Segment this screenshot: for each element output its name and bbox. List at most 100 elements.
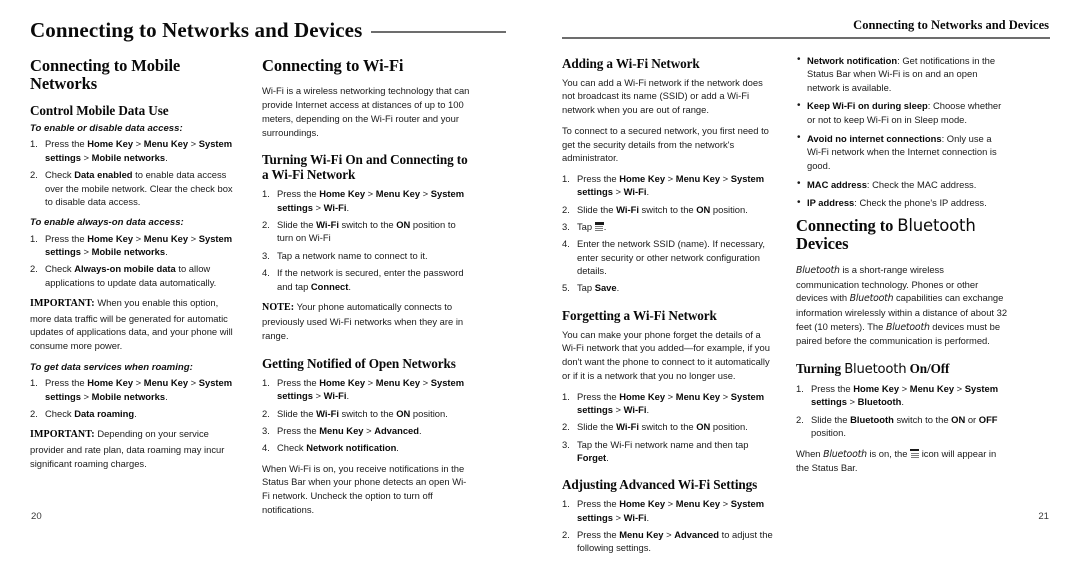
separator: >: [312, 390, 324, 402]
separator: >: [720, 390, 731, 402]
add-network-icon: [594, 221, 604, 231]
ui-term: OFF: [978, 413, 998, 425]
separator: >: [665, 498, 676, 510]
step-number: 1.: [796, 383, 804, 395]
ui-term: Mobile networks: [91, 246, 166, 258]
step-number: 1.: [562, 172, 570, 184]
heading-turning-wifi-on: Turning Wi-Fi On and Connecting to a Wi-…: [262, 152, 468, 183]
ui-term: Mobile networks: [91, 151, 166, 163]
ui-term: Home Key: [619, 498, 666, 510]
list-item: 1. Press the Home Key > Menu Key > System…: [30, 232, 240, 259]
heading-adding-a-wifi-network: Adding a Wi-Fi Network: [562, 55, 700, 71]
step-text: Press the: [45, 138, 88, 150]
list-item: 3. Tap a network name to connect to it.: [262, 249, 472, 262]
ui-term: Menu Key: [143, 232, 189, 244]
ui-term: Home Key: [853, 383, 900, 395]
step-number: 1.: [262, 188, 270, 200]
list-item: 2. Slide the Wi-Fi switch to the ON posit…: [262, 407, 472, 420]
list-advanced-wifi-options: Network notification: Get notifications …: [796, 53, 1008, 210]
step-text: Slide the: [577, 421, 617, 433]
list-item: 2. Check Data enabled to enable data acce…: [30, 168, 240, 208]
step-text: .: [348, 280, 351, 292]
separator: >: [899, 383, 910, 395]
step-text: .: [419, 424, 422, 436]
ui-term: Bluetooth: [857, 396, 902, 408]
forgetting-wifi-paragraph: You can make your phone forget the detai…: [562, 328, 770, 381]
steps-always-on-data-access: 1. Press the Home Key > Menu Key > System…: [30, 232, 240, 289]
heading-turning-bluetooth-on-off: Turning Bluetooth On/Off: [796, 361, 1008, 377]
steps-data-roaming: 1. Press the Home Key > Menu Key > System…: [30, 376, 240, 420]
separator: >: [365, 188, 376, 200]
step-number: 3.: [262, 424, 270, 436]
separator: >: [612, 511, 624, 523]
two-page-spread: Connecting to Networks and Devices Conne…: [0, 0, 1080, 553]
ui-term: Always-on mobile data: [74, 263, 176, 275]
list-item: 2. Check Always-on mobile data to allow a…: [30, 262, 240, 289]
page-right: Connecting to Networks and Devices Addin…: [540, 0, 1080, 553]
step-text: If the network is secured, enter the pas…: [277, 267, 464, 292]
step-text: Press the: [577, 390, 620, 402]
list-item: 3. Press the Menu Key > Advanced.: [262, 424, 472, 437]
ui-term: Wi-Fi: [623, 403, 647, 415]
list-item: IP address: Check the phone's IP address…: [796, 196, 1008, 210]
heading-forgetting-a-wifi-network: Forgetting a Wi-Fi Network: [562, 307, 717, 323]
wifi-intro-paragraph: Wi-Fi is a wireless networking technolog…: [262, 85, 470, 138]
ui-term: Advanced: [374, 424, 419, 436]
step-number: 5.: [562, 282, 570, 294]
list-item: 1. Press the Home Key > Menu Key > System…: [796, 382, 1008, 409]
step-text: Slide the: [577, 203, 617, 215]
separator: >: [133, 232, 144, 244]
bluetooth-wordmark: Bluetooth: [796, 264, 840, 276]
column-adding-forgetting-wifi: Adding a Wi-Fi Network You can add a Wi-…: [562, 54, 774, 562]
list-item: 4. If the network is secured, enter the p…: [262, 266, 472, 293]
ui-term: Wi-Fi: [323, 390, 347, 402]
separator: >: [363, 424, 375, 436]
step-text: .: [346, 390, 350, 402]
separator: >: [954, 383, 965, 395]
separator: >: [80, 151, 92, 163]
step-number: 2.: [30, 263, 38, 275]
separator: >: [665, 390, 676, 402]
separator: >: [420, 376, 431, 388]
ui-term: Save: [594, 282, 617, 294]
step-number: 1.: [562, 498, 570, 510]
step-text: .: [901, 396, 904, 408]
ui-term: Menu Key: [143, 138, 189, 150]
ui-term: Data roaming: [74, 408, 135, 420]
important-note-always-on: IMPORTANT: When you enable this option, …: [30, 296, 240, 353]
subheading-enable-always-on-data-access: To enable always-on data access:: [30, 217, 184, 229]
step-number: 2.: [262, 219, 270, 231]
list-item: 4. Check Network notification.: [262, 441, 472, 454]
running-head-right-rule: [562, 37, 1050, 39]
heading-getting-notified-open-networks: Getting Notified of Open Networks: [262, 355, 456, 371]
step-text: switch to the: [338, 219, 397, 231]
step-number: 1.: [562, 390, 570, 402]
list-item: 3. Tap the Wi-Fi network name and then ta…: [562, 438, 774, 465]
ui-term: ON: [396, 407, 411, 419]
separator: >: [665, 172, 676, 184]
step-text: Check: [45, 408, 75, 420]
ui-term: Home Key: [87, 232, 134, 244]
bluetooth-status-icon-note: When Bluetooth is on, the icon will appe…: [796, 447, 1008, 475]
steps-forgetting-wifi-network: 1. Press the Home Key > Menu Key > System…: [562, 390, 774, 465]
step-number: 1.: [30, 138, 38, 150]
bluetooth-status-icon: [910, 448, 920, 458]
list-item: 1. Press the Home Key > Menu Key > System…: [562, 172, 774, 199]
separator: >: [420, 188, 431, 200]
list-item: 2. Check Data roaming.: [30, 407, 240, 420]
separator: >: [612, 186, 624, 198]
step-text: switch to the: [338, 407, 397, 419]
list-item: 2. Slide the Wi-Fi switch to the ON posit…: [562, 203, 774, 216]
steps-open-network-notifications: 1. Press the Home Key > Menu Key > System…: [262, 376, 472, 455]
step-text: Tap: [577, 220, 595, 232]
ui-term: Data enabled: [74, 169, 133, 181]
ui-term: Wi-Fi: [316, 219, 339, 231]
ui-term: Wi-Fi: [316, 407, 339, 419]
steps-enable-disable-data-access: 1. Press the Home Key > Menu Key > System…: [30, 137, 240, 208]
list-item: 1. Press the Home Key > Menu Key > System…: [30, 137, 240, 164]
separator: >: [365, 376, 376, 388]
step-number: 2.: [796, 413, 804, 425]
ui-term: Bluetooth: [850, 413, 894, 425]
step-text: Slide the: [277, 219, 317, 231]
step-text: or: [965, 413, 979, 425]
